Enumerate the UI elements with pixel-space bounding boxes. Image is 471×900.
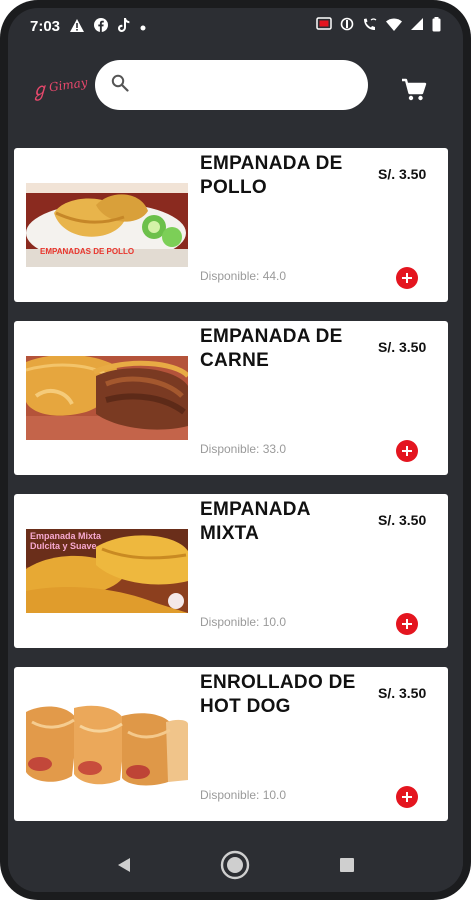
add-to-cart-button[interactable]	[396, 440, 418, 462]
facebook-icon	[94, 18, 109, 34]
logo-text: Gimay	[48, 75, 89, 95]
status-bar: 7:03	[8, 8, 463, 44]
product-card[interactable]: EMPANADA DE CARNE S/. 3.50 Disponible: 3…	[14, 321, 448, 475]
product-price: S/. 3.50	[378, 512, 427, 528]
product-price: S/. 3.50	[378, 339, 427, 355]
product-card[interactable]: EMPANADAS DE POLLO EMPANADA DE POLLO S/.…	[14, 148, 448, 302]
product-stock: Disponible: 44.0	[200, 269, 287, 283]
status-time: 7:03	[30, 17, 61, 35]
back-icon[interactable]	[109, 850, 139, 880]
sync-icon	[340, 17, 354, 35]
add-to-cart-button[interactable]	[396, 613, 418, 635]
plus-icon	[402, 792, 412, 802]
product-stock: Disponible: 10.0	[200, 615, 287, 629]
wifi-icon	[386, 18, 402, 35]
add-to-cart-button[interactable]	[396, 267, 418, 289]
app-screen: 7:03 ℊ Gimay EMPANADAS DE POLLO EMPANADA…	[8, 8, 463, 892]
product-image-empanada-carne	[26, 356, 188, 440]
plus-icon	[402, 619, 412, 629]
product-name: EMPANADA MIXTA	[200, 499, 311, 544]
add-to-cart-button[interactable]	[396, 786, 418, 808]
plus-icon	[402, 273, 412, 283]
signal-icon	[410, 17, 424, 35]
product-image-caption: Empanada Mixta Dulcita y Suave	[30, 531, 102, 551]
phone-frame: 7:03 ℊ Gimay EMPANADAS DE POLLO EMPANADA…	[0, 0, 471, 900]
recents-icon[interactable]	[332, 850, 362, 880]
app-header: ℊ Gimay	[8, 52, 463, 124]
brand-logo[interactable]: ℊ Gimay	[28, 69, 88, 105]
cart-icon[interactable]	[401, 78, 427, 102]
product-name: EMPANADA DE CARNE	[200, 326, 343, 371]
product-stock: Disponible: 10.0	[200, 788, 287, 802]
tiktok-icon	[118, 18, 130, 34]
search-bar[interactable]	[95, 60, 368, 110]
product-card[interactable]: Empanada Mixta Dulcita y Suave EMPANADA …	[14, 494, 448, 648]
search-icon	[111, 74, 129, 97]
product-name: ENROLLADO DE HOT DOG	[200, 672, 356, 717]
product-card[interactable]: ENROLLADO DE HOT DOG S/. 3.50 Disponible…	[14, 667, 448, 821]
cast-icon	[316, 17, 332, 35]
search-input[interactable]	[141, 76, 341, 94]
call-wifi-icon	[362, 17, 378, 35]
plus-icon	[402, 446, 412, 456]
product-image-enrollado-hot-dog	[26, 702, 188, 786]
product-name: EMPANADA DE POLLO	[200, 153, 343, 198]
home-icon[interactable]	[220, 850, 250, 880]
dot-icon	[140, 20, 146, 33]
logo-swirl-icon: ℊ	[28, 78, 50, 103]
product-stock: Disponible: 33.0	[200, 442, 287, 456]
product-image-empanada-pollo: EMPANADAS DE POLLO	[26, 183, 188, 267]
battery-icon	[432, 16, 441, 36]
product-image-caption: EMPANADAS DE POLLO	[40, 247, 135, 256]
product-price: S/. 3.50	[378, 166, 427, 182]
product-price: S/. 3.50	[378, 685, 427, 701]
warning-icon	[70, 18, 85, 34]
system-nav-bar	[8, 838, 463, 892]
product-image-empanada-mixta: Empanada Mixta Dulcita y Suave	[26, 529, 188, 613]
